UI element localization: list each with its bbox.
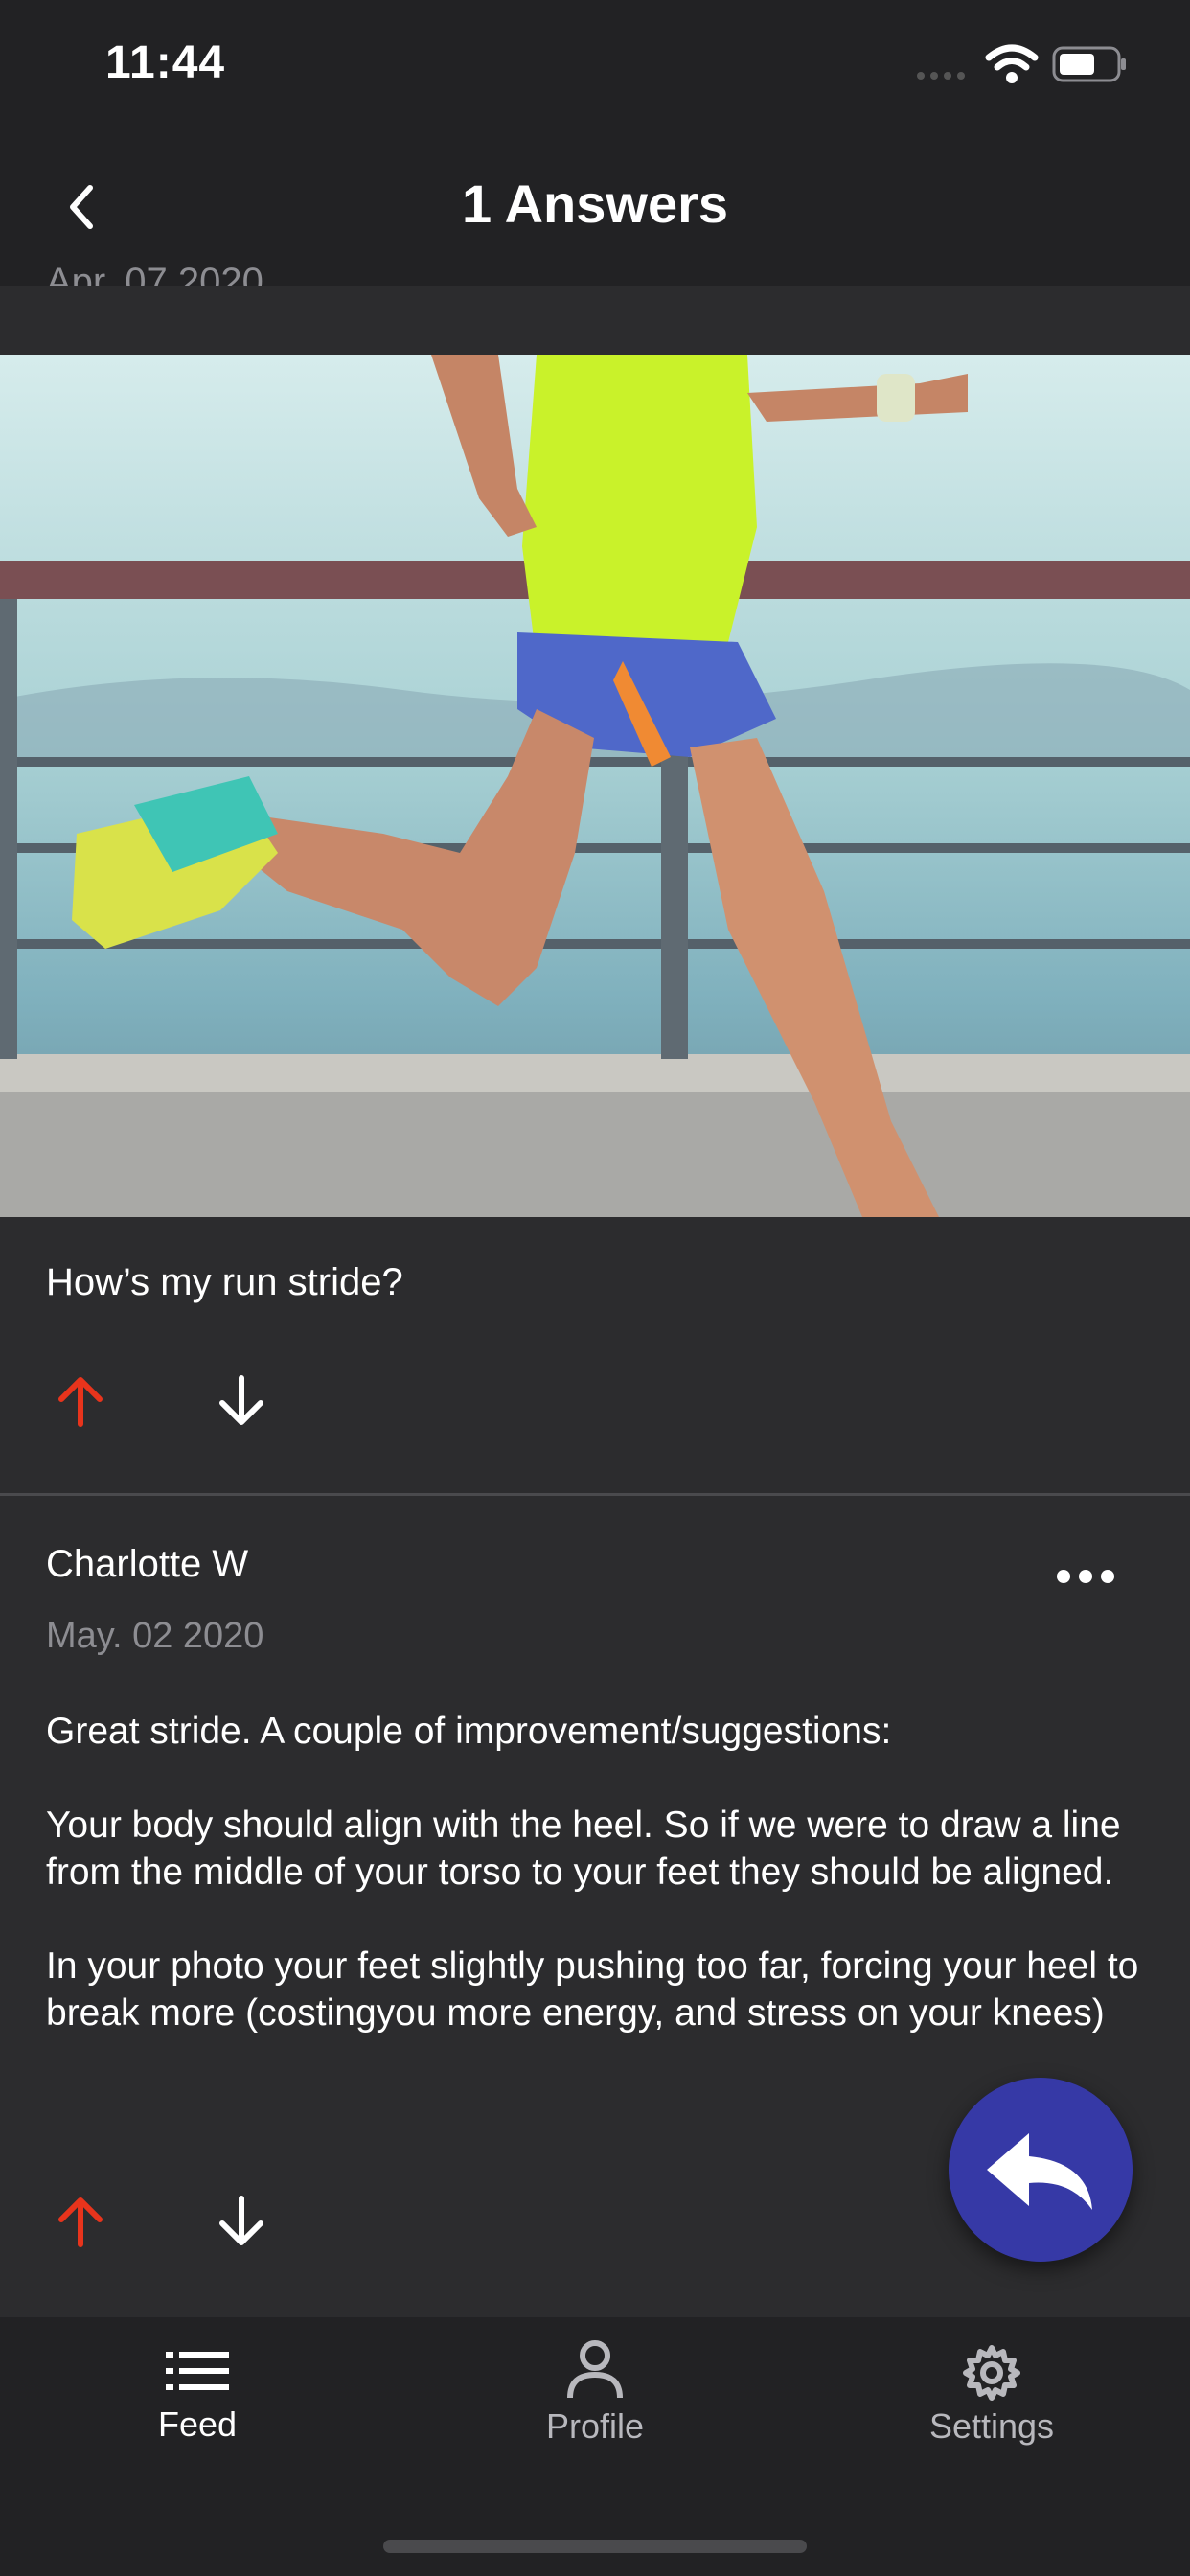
tab-label: Settings bbox=[928, 2406, 1055, 2446]
wifi-icon bbox=[985, 44, 1039, 83]
answer-paragraph: Your body should align with the heel. So… bbox=[46, 1805, 1121, 1893]
post-photo[interactable] bbox=[0, 355, 1190, 1217]
reply-button[interactable] bbox=[949, 2078, 1133, 2262]
tab-feed[interactable]: Feed bbox=[54, 2342, 341, 2445]
tab-profile[interactable]: Profile bbox=[451, 2338, 739, 2447]
upvote-icon[interactable] bbox=[50, 2191, 111, 2252]
tab-label: Feed bbox=[157, 2404, 238, 2444]
more-options-icon[interactable] bbox=[1054, 1562, 1117, 1591]
divider bbox=[0, 1493, 1190, 1496]
page-title: 1 Answers bbox=[461, 173, 729, 234]
answer-paragraph: In your photo your feet slightly pushing… bbox=[46, 1945, 1139, 2034]
answer-body: Great stride. A couple of improvement/su… bbox=[46, 1708, 1148, 2083]
downvote-icon[interactable] bbox=[211, 1370, 272, 1432]
home-indicator bbox=[383, 2540, 807, 2553]
downvote-icon[interactable] bbox=[211, 2191, 272, 2252]
post-header-area bbox=[0, 286, 1190, 355]
signal-icon bbox=[917, 72, 965, 80]
reply-icon bbox=[987, 2133, 1092, 2210]
upvote-icon[interactable] bbox=[50, 1370, 111, 1432]
gear-icon bbox=[963, 2345, 1020, 2401]
list-icon bbox=[166, 2352, 229, 2390]
tab-label: Profile bbox=[545, 2406, 645, 2446]
answer-author[interactable]: Charlotte W bbox=[46, 1543, 248, 1586]
person-icon bbox=[567, 2340, 623, 2399]
answer-paragraph: Great stride. A couple of improvement/su… bbox=[46, 1711, 892, 1752]
answer-date: May. 02 2020 bbox=[46, 1616, 264, 1656]
post-question: How’s my run stride? bbox=[46, 1261, 403, 1303]
tab-settings[interactable]: Settings bbox=[848, 2344, 1135, 2447]
battery-icon bbox=[1052, 46, 1126, 82]
status-time: 11:44 bbox=[105, 37, 226, 88]
